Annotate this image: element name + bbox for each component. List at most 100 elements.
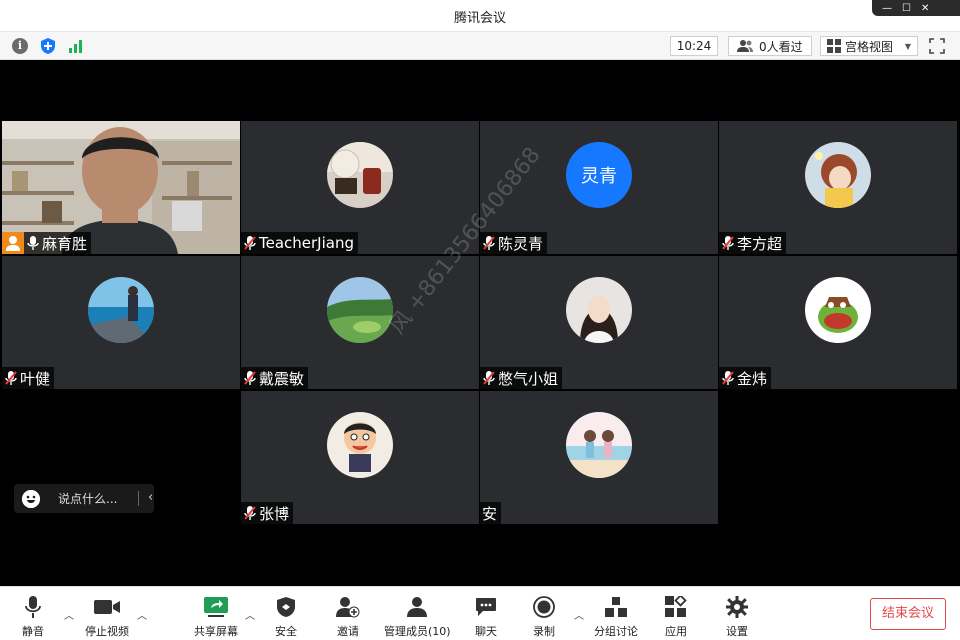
signal-icon[interactable] [67, 37, 85, 55]
stop-video-label: 停止视频 [85, 625, 129, 638]
participant-avatar [327, 142, 393, 208]
settings-button[interactable]: 设置 [726, 595, 748, 639]
apps-label: 应用 [665, 625, 687, 638]
apps-icon [665, 595, 687, 619]
participant-tile[interactable]: 金炜 [719, 256, 957, 389]
participant-tile[interactable]: TeacherJiang [241, 121, 479, 254]
control-bar: 静音 ︿ 停止视频 ︿ 共享屏幕 ︿ 安全 邀请 管理成员(10) 聊天 录制 … [0, 586, 960, 640]
participant-avatar [805, 277, 871, 343]
info-icon[interactable]: i [11, 37, 29, 55]
participant-avatar [805, 142, 871, 208]
participant-name: 麻育胜 [42, 234, 88, 253]
participant-name: 憋气小姐 [498, 369, 559, 388]
view-mode-dropdown[interactable]: 宫格视图 ▼ [820, 36, 918, 56]
apps-button[interactable]: 应用 [665, 595, 687, 639]
participant-name: 叶健 [20, 369, 51, 388]
stop-video-button[interactable]: 停止视频 [85, 595, 129, 639]
breakout-rooms-icon [605, 595, 627, 619]
participant-nameplate: 麻育胜 [2, 232, 92, 254]
chat-placeholder[interactable]: 说点什么... [58, 490, 117, 507]
participant-name: 张博 [259, 504, 290, 523]
participant-nameplate: 戴震敏 [241, 367, 309, 389]
chat-button[interactable]: 聊天 [475, 595, 497, 639]
share-screen-label: 共享屏幕 [194, 625, 238, 638]
minimize-button[interactable]: — [882, 3, 892, 14]
breakout-button[interactable]: 分组讨论 [594, 595, 638, 639]
participant-avatar: 灵青 [566, 142, 632, 208]
camera-icon [94, 595, 120, 619]
gear-icon [726, 595, 748, 619]
participant-name: 李方超 [737, 234, 783, 253]
participant-name: 安 [482, 504, 498, 523]
chevron-down-icon: ▼ [904, 41, 911, 51]
video-grid: 麻育胜 TeacherJiang 灵青 陈灵青 李方超 叶健 戴震敏 憋气小姐 … [0, 60, 960, 586]
invite-button[interactable]: 邀请 [336, 595, 360, 639]
participant-nameplate: 金炜 [719, 367, 772, 389]
participant-tile[interactable]: 叶健 [2, 256, 240, 389]
invite-label: 邀请 [337, 625, 359, 638]
close-button[interactable]: ✕ [921, 3, 929, 14]
participant-name: 戴震敏 [259, 369, 305, 388]
chevron-left-icon[interactable]: ‹ [148, 490, 153, 505]
microphone-icon [24, 595, 42, 619]
end-meeting-button[interactable]: 结束会议 [870, 598, 946, 630]
chevron-up-icon[interactable]: ︿ [574, 607, 584, 622]
chevron-up-icon[interactable]: ︿ [137, 607, 147, 622]
view-mode-label: 宫格视图 [845, 39, 894, 54]
participant-nameplate: 李方超 [719, 232, 787, 254]
title-bar: 腾讯会议 — ☐ ✕ [0, 0, 960, 32]
record-button[interactable]: 录制 [533, 595, 555, 639]
chat-input-pill[interactable]: 说点什么... ‹ [14, 484, 154, 513]
grid-icon [827, 39, 841, 53]
microphone-icon [27, 236, 39, 250]
chevron-up-icon[interactable]: ︿ [245, 607, 255, 622]
shield-icon [276, 595, 296, 619]
record-icon [533, 595, 555, 619]
participant-tile[interactable]: 安 [480, 391, 718, 524]
maximize-button[interactable]: ☐ [902, 3, 911, 14]
participant-tile[interactable]: 张博 [241, 391, 479, 524]
mute-button[interactable]: 静音 [22, 595, 44, 639]
user-icon [2, 232, 24, 254]
participant-avatar [88, 277, 154, 343]
breakout-label: 分组讨论 [594, 625, 638, 638]
window-controls: — ☐ ✕ [872, 0, 960, 16]
participant-tile[interactable]: 麻育胜 [2, 121, 240, 254]
participant-avatar [327, 412, 393, 478]
chevron-up-icon[interactable]: ︿ [64, 607, 74, 622]
mic-muted-icon [243, 370, 257, 386]
participant-nameplate: 憋气小姐 [480, 367, 563, 389]
mic-muted-icon [243, 505, 257, 521]
members-icon [406, 595, 428, 619]
mic-muted-icon [482, 370, 496, 386]
emoji-icon[interactable] [22, 489, 40, 508]
participant-name: 陈灵青 [498, 234, 544, 253]
viewers-label: 0人看过 [759, 39, 803, 54]
manage-members-button[interactable]: 管理成员(10) [384, 595, 451, 639]
participant-avatar [566, 277, 632, 343]
avatar-text: 灵青 [581, 166, 617, 187]
viewers-button[interactable]: 0人看过 [728, 36, 812, 56]
window-title: 腾讯会议 [453, 11, 506, 26]
divider [138, 491, 139, 506]
participant-tile[interactable]: 憋气小姐 [480, 256, 718, 389]
participant-nameplate: TeacherJiang [241, 232, 358, 254]
fullscreen-icon[interactable] [928, 37, 948, 55]
participant-avatar [327, 277, 393, 343]
chat-label: 聊天 [475, 625, 497, 638]
share-screen-button[interactable]: 共享屏幕 [194, 595, 238, 639]
mic-muted-icon [4, 370, 18, 386]
participant-nameplate: 安 [480, 502, 502, 524]
participant-nameplate: 张博 [241, 502, 294, 524]
participant-name: TeacherJiang [259, 234, 354, 252]
add-user-icon [336, 595, 360, 619]
meeting-time: 10:24 [670, 36, 718, 56]
mic-muted-icon [721, 235, 735, 251]
security-label: 安全 [275, 625, 297, 638]
mute-label: 静音 [22, 625, 44, 638]
shield-icon[interactable] [39, 37, 57, 55]
participant-tile[interactable]: 李方超 [719, 121, 957, 254]
chat-bubble-icon [475, 595, 497, 619]
security-button[interactable]: 安全 [275, 595, 297, 639]
settings-label: 设置 [726, 625, 748, 638]
